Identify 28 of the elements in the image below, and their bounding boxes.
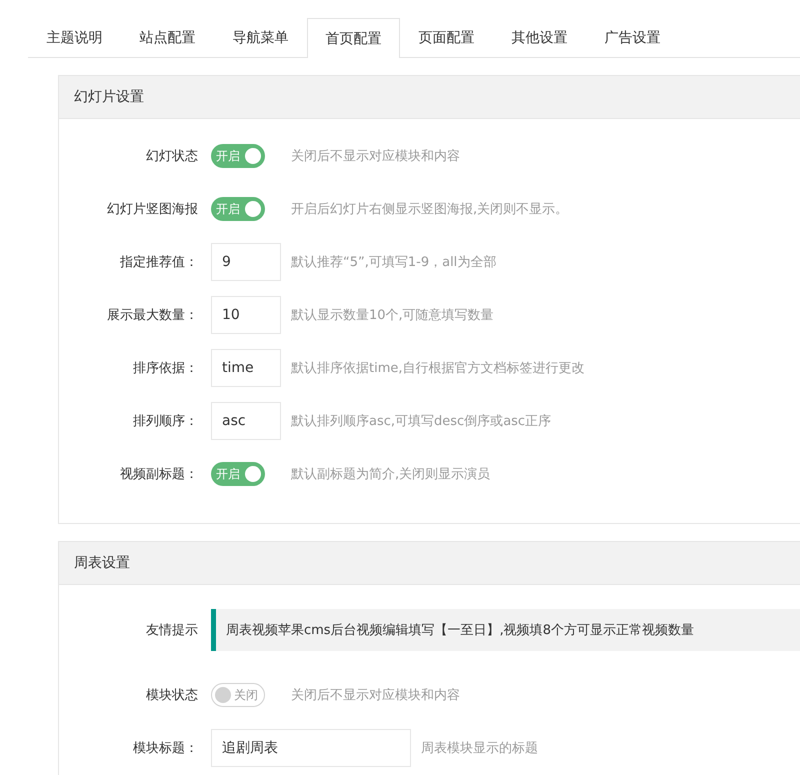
hint-text: 开启后幻灯片右侧显示竖图海报,关闭则不显示。 bbox=[291, 201, 568, 218]
hint-text: 默认排列顺序asc,可填写desc倒序或asc正序 bbox=[291, 413, 552, 430]
field-label: 排序依据： bbox=[132, 360, 199, 377]
input-field[interactable]: 9 bbox=[211, 243, 281, 281]
field-label: 排列顺序： bbox=[132, 413, 199, 430]
field-label: 友情提示 bbox=[145, 622, 199, 639]
hint-text: 默认显示数量10个,可随意填写数量 bbox=[291, 307, 494, 324]
input-field[interactable]: 追剧周表 bbox=[211, 729, 411, 767]
input-field[interactable]: asc bbox=[211, 402, 281, 440]
field-label: 幻灯状态 bbox=[145, 148, 199, 165]
field-label: 模块标题： bbox=[132, 740, 199, 757]
hint-text: 默认推荐“5”,可填写1-9，all为全部 bbox=[291, 254, 496, 271]
hint-text: 关闭后不显示对应模块和内容 bbox=[291, 687, 460, 704]
input-field[interactable]: 10 bbox=[211, 296, 281, 334]
panel-title: 幻灯片设置 bbox=[74, 88, 144, 106]
hint-text: 关闭后不显示对应模块和内容 bbox=[291, 148, 460, 165]
field-label: 幻灯片竖图海报 bbox=[106, 201, 199, 218]
field-label: 视频副标题： bbox=[119, 466, 199, 483]
hint-text: 周表模块显示的标题 bbox=[421, 740, 538, 757]
input-field[interactable]: time bbox=[211, 349, 281, 387]
hint-text: 默认副标题为简介,关闭则显示演员 bbox=[291, 466, 490, 483]
tip-banner: 周表视频苹果cms后台视频编辑填写【一至日】,视频填8个方可显示正常视频数量 bbox=[211, 609, 800, 651]
hint-text: 默认排序依据time,自行根据官方文档标签进行更改 bbox=[291, 360, 585, 377]
field-label: 展示最大数量： bbox=[106, 307, 199, 324]
field-label: 指定推荐值： bbox=[119, 254, 199, 271]
panel-title: 周表设置 bbox=[74, 554, 130, 572]
tab[interactable]: 首页配置 bbox=[307, 18, 400, 58]
field-label: 模块状态 bbox=[145, 687, 199, 704]
